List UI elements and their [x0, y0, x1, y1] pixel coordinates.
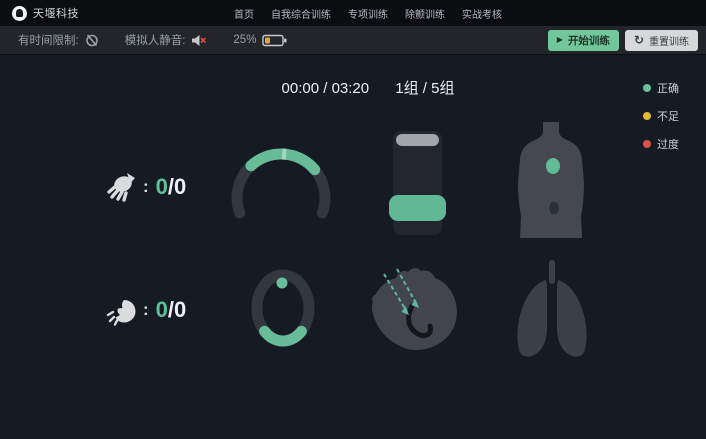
ventilation-count: 0	[156, 297, 168, 323]
manikin-mute-label: 模拟人静音:	[125, 32, 186, 48]
legend-excessive-label: 过度	[657, 136, 679, 152]
toolbar-status-group: 有时间限制: 模拟人静音: 25%	[18, 32, 288, 48]
nav-item-special-training[interactable]: 专项训练	[348, 6, 388, 21]
compression-count: 0	[156, 174, 168, 200]
depth-bar-target-zone	[389, 195, 446, 221]
ventilation-gauge-marker	[277, 278, 288, 289]
cpr-training-app: 天堰科技 首页 自我综合训练 专项训练 除颤训练 实战考核 有时间限制: 模拟人…	[0, 0, 706, 439]
lungs-icon	[510, 260, 594, 360]
timer-icon	[85, 33, 99, 47]
yellow-dot-icon	[643, 112, 651, 120]
result-legend: 正确 不足 过度	[643, 82, 679, 166]
ventilation-volume-gauge	[247, 264, 319, 354]
nav-item-self-comprehensive-training[interactable]: 自我综合训练	[271, 6, 331, 21]
top-nav-bar: 天堰科技 首页 自我综合训练 专项训练 除颤训练 实战考核	[0, 0, 706, 26]
legend-excessive: 过度	[643, 138, 679, 150]
nav-item-practical-assessment[interactable]: 实战考核	[462, 6, 502, 21]
brand-logo-icon	[12, 6, 27, 21]
toolbar: 有时间限制: 模拟人静音: 25% ▶	[0, 26, 706, 54]
session-timer: 00:00 / 03:20	[282, 80, 370, 97]
ventilation-counter: : 0 / 0	[104, 293, 186, 327]
head-tilt-airway-graphic	[360, 260, 468, 360]
legend-insufficient: 不足	[643, 110, 679, 122]
nav-item-home[interactable]: 首页	[234, 6, 254, 21]
brand-name: 天堰科技	[33, 5, 79, 21]
nav-item-defibrillation-training[interactable]: 除颤训练	[405, 6, 445, 21]
legend-insufficient-label: 不足	[657, 108, 679, 124]
reset-training-button[interactable]: ↻ 重置训练	[625, 30, 698, 51]
session-group-count: 1组 / 5组	[395, 80, 454, 97]
start-training-button[interactable]: ▶ 开始训练	[548, 30, 619, 51]
compression-target: 0	[174, 174, 186, 200]
play-icon: ▶	[557, 36, 563, 44]
main-nav: 首页 自我综合训练 专项训练 除颤训练 实战考核	[234, 0, 502, 26]
depth-bar-plunger	[396, 134, 439, 146]
reset-icon: ↻	[634, 34, 644, 46]
session-status: 00:00 / 03:20 1组 / 5组	[15, 77, 706, 98]
hand-position-torso	[511, 122, 591, 238]
start-training-label: 开始训练	[568, 33, 610, 48]
compression-depth-bar	[389, 131, 446, 235]
compression-counter: : 0 / 0	[104, 170, 186, 204]
red-dot-icon	[643, 140, 651, 148]
compression-hand-icon	[104, 170, 138, 204]
hand-position-dot	[546, 158, 560, 174]
compression-colon: :	[143, 177, 149, 197]
compression-rate-gauge	[229, 142, 335, 238]
brand: 天堰科技	[12, 5, 79, 21]
green-dot-icon	[643, 84, 651, 92]
legend-correct-label: 正确	[657, 80, 679, 96]
legend-correct: 正确	[643, 82, 679, 94]
battery-icon	[262, 34, 288, 47]
ventilation-target: 0	[174, 297, 186, 323]
time-limit-label: 有时间限制:	[18, 32, 79, 48]
toolbar-actions: ▶ 开始训练 ↻ 重置训练	[548, 30, 698, 51]
ventilation-colon: :	[143, 300, 149, 320]
ventilation-breath-icon	[104, 293, 138, 327]
battery-percent-label: 25%	[233, 34, 256, 46]
mute-speaker-icon[interactable]	[191, 34, 207, 47]
reset-training-label: 重置训练	[649, 33, 689, 48]
